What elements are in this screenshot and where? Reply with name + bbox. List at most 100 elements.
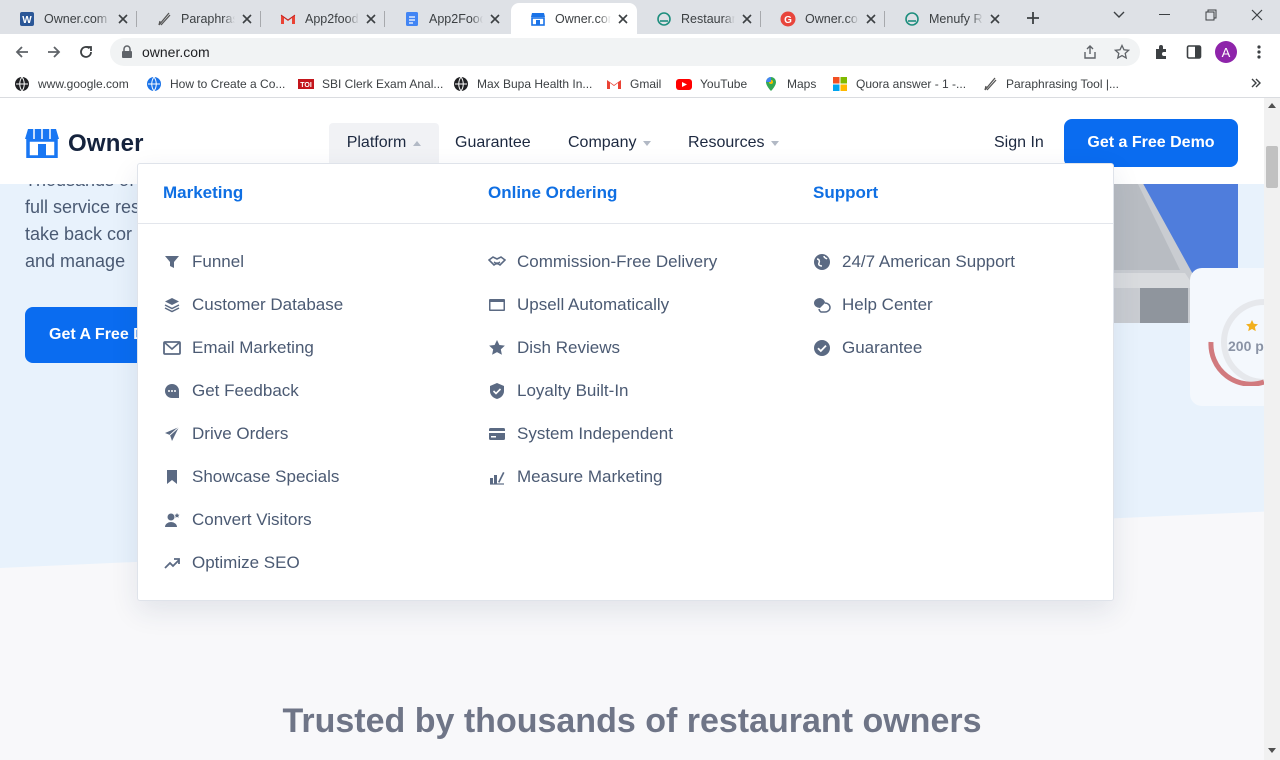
browser-tab[interactable]: App2Food — [385, 3, 509, 34]
menu-item-help-center[interactable]: Help Center — [813, 293, 933, 317]
menu-heading-support[interactable]: Support — [813, 183, 878, 203]
kebab-menu-icon[interactable] — [1251, 44, 1267, 60]
close-tab-icon[interactable] — [363, 11, 379, 27]
caret-down-icon — [643, 140, 652, 146]
close-tab-icon[interactable] — [239, 11, 255, 27]
nav-label: Resources — [688, 134, 765, 151]
close-tab-icon[interactable] — [987, 11, 1003, 27]
menu-item-commission-free-delivery[interactable]: Commission-Free Delivery — [488, 250, 717, 274]
browser-tab[interactable]: G Owner.com — [761, 3, 885, 34]
menu-item-label: 24/7 American Support — [842, 252, 1015, 271]
scroll-down-arrow-icon[interactable] — [1268, 748, 1276, 754]
bookmark-item[interactable]: Max Bupa Health In... — [453, 76, 592, 92]
browser-tab[interactable]: Paraphrasing Tool — [137, 3, 261, 34]
menu-item-label: Funnel — [192, 252, 244, 271]
menu-item-convert-visitors[interactable]: Convert Visitors — [163, 508, 312, 532]
menu-item-label: Showcase Specials — [192, 467, 340, 486]
bookmark-label: How to Create a Co... — [170, 77, 286, 91]
owner-store-icon — [530, 11, 546, 27]
bookmark-item[interactable]: Gmail — [606, 76, 661, 92]
close-tab-icon[interactable] — [739, 11, 755, 27]
menu-item-drive-orders[interactable]: Drive Orders — [163, 422, 288, 446]
svg-text:TOI: TOI — [300, 82, 312, 89]
bookmark-item[interactable]: YouTube — [676, 76, 747, 92]
browser-toolbar: owner.com A — [0, 34, 1280, 70]
back-arrow-icon[interactable] — [8, 38, 36, 66]
tab-search-chevron-icon[interactable] — [1096, 0, 1142, 30]
menu-item-showcase-specials[interactable]: Showcase Specials — [163, 465, 339, 489]
owner-logo-icon[interactable] — [25, 128, 59, 158]
close-tab-icon[interactable] — [863, 11, 879, 27]
new-tab-icon[interactable] — [1022, 7, 1044, 29]
restore-icon[interactable] — [1188, 0, 1234, 30]
menu-item-american-support[interactable]: 24/7 American Support — [813, 250, 1015, 274]
lock-icon[interactable] — [121, 45, 133, 59]
extensions-puzzle-icon[interactable] — [1153, 44, 1169, 60]
profile-avatar[interactable]: A — [1215, 41, 1237, 63]
share-icon[interactable] — [1082, 44, 1098, 60]
bookmark-item[interactable]: TOI SBI Clerk Exam Anal... — [298, 76, 443, 92]
more-bookmarks-chevron-icon[interactable] — [1250, 77, 1262, 89]
nav-company[interactable]: Company — [568, 123, 652, 163]
nav-guarantee[interactable]: Guarantee — [455, 123, 531, 163]
browser-tab[interactable]: W Owner.com — [0, 3, 137, 34]
bookmark-star-icon[interactable] — [1114, 44, 1130, 60]
page-scrollbar[interactable] — [1264, 98, 1280, 760]
window-icon — [488, 296, 506, 314]
close-tab-icon[interactable] — [487, 11, 503, 27]
forward-arrow-icon[interactable] — [40, 38, 68, 66]
menu-item-email-marketing[interactable]: Email Marketing — [163, 336, 314, 360]
address-bar[interactable]: owner.com — [110, 38, 1140, 66]
menu-item-customer-database[interactable]: Customer Database — [163, 293, 343, 317]
trusted-heading: Trusted by thousands of restaurant owner… — [282, 702, 982, 740]
menu-item-system-independent[interactable]: System Independent — [488, 422, 673, 446]
side-panel-icon[interactable] — [1186, 44, 1202, 60]
maps-icon — [763, 76, 779, 92]
menu-item-label: System Independent — [517, 424, 673, 443]
bookmark-item[interactable]: Paraphrasing Tool |... — [982, 76, 1119, 92]
scrollbar-thumb[interactable] — [1266, 146, 1278, 188]
shield-check-icon — [488, 382, 506, 400]
menu-item-loyalty-built-in[interactable]: Loyalty Built-In — [488, 379, 629, 403]
word-icon: W — [19, 11, 35, 27]
menu-item-guarantee[interactable]: Guarantee — [813, 336, 922, 360]
menu-divider — [138, 223, 1113, 224]
browser-tab[interactable]: App2food - Gmail — [261, 3, 385, 34]
bookmark-icon — [163, 468, 181, 486]
browser-tab-active[interactable]: Owner.com — [511, 3, 637, 34]
close-tab-icon[interactable] — [115, 11, 131, 27]
youtube-icon — [676, 76, 692, 92]
globe-support-icon — [813, 253, 831, 271]
nav-resources[interactable]: Resources — [688, 123, 780, 163]
logo-wordmark[interactable]: Owner — [68, 130, 144, 158]
close-tab-icon[interactable] — [615, 11, 631, 27]
get-demo-button[interactable]: Get a Free Demo — [1064, 119, 1238, 167]
sign-in-link[interactable]: Sign In — [994, 134, 1044, 152]
browser-tab[interactable]: Menufy Restaurants — [885, 3, 1009, 34]
bookmark-item[interactable]: Maps — [763, 76, 816, 92]
nav-label: Guarantee — [455, 134, 531, 151]
url-text: owner.com — [142, 44, 210, 60]
menu-item-measure-marketing[interactable]: Measure Marketing — [488, 465, 663, 489]
menu-heading-online-ordering[interactable]: Online Ordering — [488, 183, 617, 203]
reload-icon[interactable] — [72, 38, 100, 66]
menu-item-label: Customer Database — [192, 295, 344, 314]
menu-item-dish-reviews[interactable]: Dish Reviews — [488, 336, 620, 360]
browser-tab[interactable]: Restaurants — [637, 3, 761, 34]
bookmark-item[interactable]: www.google.com — [14, 76, 129, 92]
menu-item-label: Loyalty Built-In — [517, 381, 629, 400]
menu-heading-marketing[interactable]: Marketing — [163, 183, 243, 203]
bookmark-item[interactable]: How to Create a Co... — [146, 76, 285, 92]
nav-platform[interactable]: Platform — [329, 123, 439, 163]
close-window-icon[interactable] — [1234, 0, 1280, 30]
minimize-icon[interactable] — [1142, 0, 1188, 30]
tab-title: Menufy Restaurants — [929, 11, 983, 26]
grammarly-icon: G — [780, 11, 796, 27]
scroll-up-arrow-icon[interactable] — [1268, 102, 1276, 108]
star-icon — [1246, 320, 1258, 332]
menu-item-upsell-automatically[interactable]: Upsell Automatically — [488, 293, 669, 317]
menu-item-optimize-seo[interactable]: Optimize SEO — [163, 551, 300, 575]
menu-item-get-feedback[interactable]: Get Feedback — [163, 379, 299, 403]
menu-item-funnel[interactable]: Funnel — [163, 250, 244, 274]
bookmark-item[interactable]: Quora answer - 1 -... — [832, 76, 966, 92]
